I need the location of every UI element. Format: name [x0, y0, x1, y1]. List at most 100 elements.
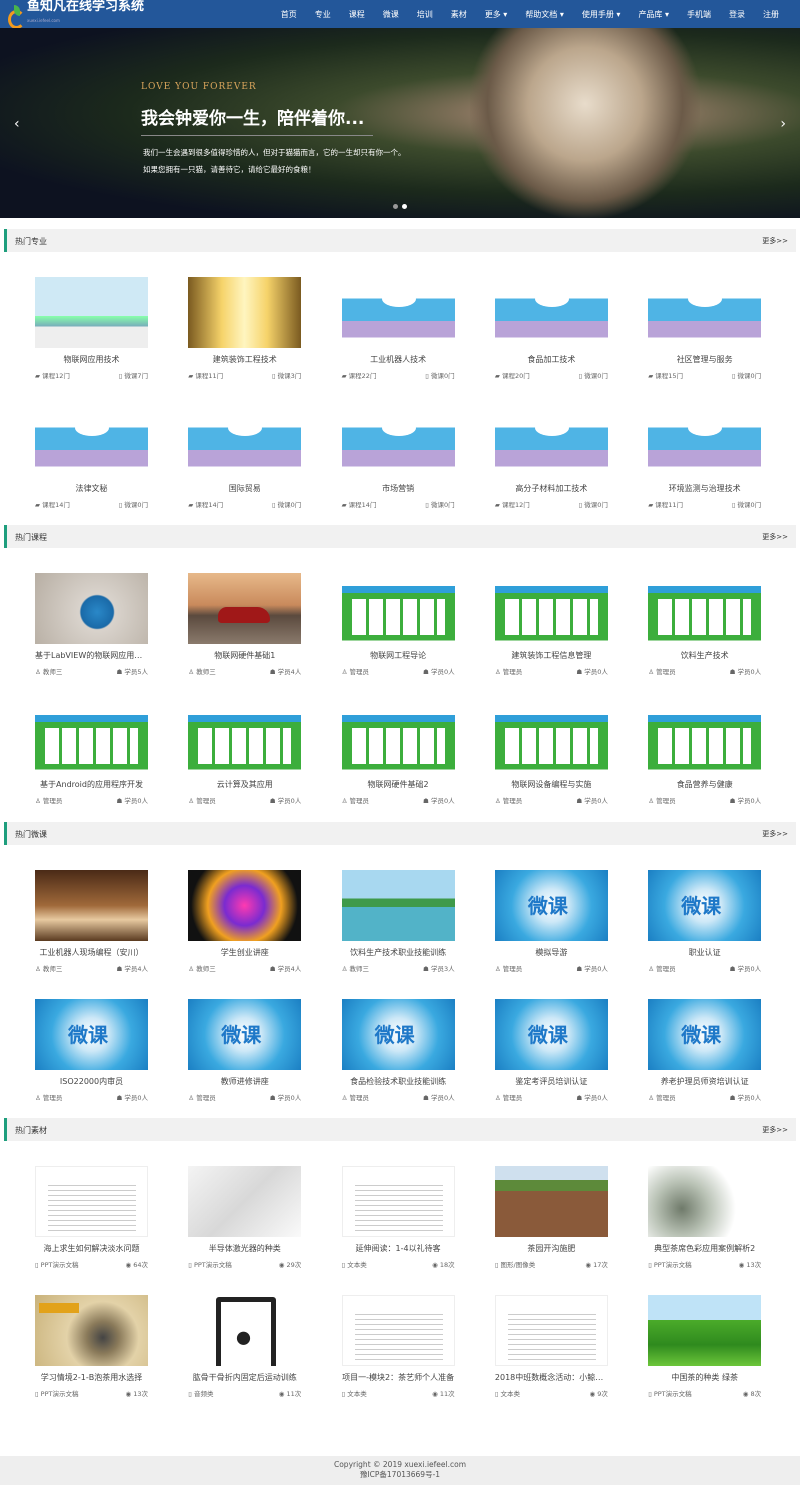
more-link[interactable]: 更多>> [762, 1125, 788, 1135]
card-thumbnail[interactable] [341, 999, 455, 1070]
card-title[interactable]: 中国茶的种类 绿茶 [648, 1372, 761, 1383]
card[interactable]: 项目一-模块2：茶艺师个人准备 ▯ 文本类 ◉ 11次 [341, 1295, 455, 1398]
card-title[interactable]: 物联网应用技术 [35, 354, 148, 365]
card-thumbnail[interactable] [35, 1295, 148, 1366]
card[interactable]: 典型茶席色彩应用案例解析2 ▯ PPT演示文稿 ◉ 13次 [648, 1166, 762, 1269]
card-thumbnail[interactable] [341, 702, 455, 773]
card-thumbnail[interactable] [188, 1295, 302, 1366]
card-title[interactable]: 饮料生产技术 [648, 650, 761, 661]
card-title[interactable]: 物联网设备编程与实施 [495, 779, 608, 790]
card-thumbnail[interactable] [648, 1166, 762, 1237]
card[interactable]: 物联网硬件基础2 ♙ 管理员 ☗ 学员0人 [341, 702, 455, 805]
nav-item[interactable]: 产品库 ▾ [629, 9, 678, 20]
card-thumbnail[interactable] [188, 702, 302, 773]
card[interactable]: 建筑装饰工程技术 ▰ 课程11门 ▯ 微课3门 [188, 277, 302, 380]
card-title[interactable]: 学习情境2-1-B泡茶用水选择 [35, 1372, 148, 1383]
card-thumbnail[interactable] [494, 870, 608, 941]
card[interactable]: 基于LabVIEW的物联网应用程... ♙ 教师三 ☗ 学员5人 [35, 573, 148, 676]
card-title[interactable]: 物联网硬件基础1 [188, 650, 301, 661]
card[interactable]: 云计算及其应用 ♙ 管理员 ☗ 学员0人 [188, 702, 302, 805]
nav-item[interactable]: 培训 [408, 9, 442, 20]
card-title[interactable]: 工业机器人现场编程（安川） [35, 947, 148, 958]
card-title[interactable]: ISO22000内审员 [35, 1076, 148, 1087]
banner-next-arrow-icon[interactable]: › [780, 116, 786, 132]
card[interactable]: 国际贸易 ▰ 课程14门 ▯ 微课0门 [188, 406, 302, 509]
card[interactable]: 市场营销 ▰ 课程14门 ▯ 微课0门 [341, 406, 455, 509]
card[interactable]: 建筑装饰工程信息管理 ♙ 管理员 ☗ 学员0人 [494, 573, 608, 676]
card-title[interactable]: 职业认证 [648, 947, 761, 958]
card[interactable]: 食品营养与健康 ♙ 管理员 ☗ 学员0人 [648, 702, 762, 805]
card-title[interactable]: 肱骨干骨折内固定后运动训练 [188, 1372, 301, 1383]
card[interactable]: 海上求生如何解决淡水问题 ▯ PPT演示文稿 ◉ 64次 [35, 1166, 148, 1269]
card-title[interactable]: 物联网工程导论 [342, 650, 455, 661]
card-title[interactable]: 社区管理与服务 [648, 354, 761, 365]
card[interactable]: 环境监测与治理技术 ▰ 课程11门 ▯ 微课0门 [648, 406, 762, 509]
card[interactable]: 物联网设备编程与实施 ♙ 管理员 ☗ 学员0人 [494, 702, 608, 805]
card-title[interactable]: 鉴定考评员培训认证 [495, 1076, 608, 1087]
card-thumbnail[interactable] [35, 406, 148, 477]
nav-item[interactable]: 首页 [272, 9, 306, 20]
card-thumbnail[interactable] [35, 702, 148, 773]
card[interactable]: 食品检验技术职业技能训练 ♙ 管理员 ☗ 学员0人 [341, 999, 455, 1102]
card-title[interactable]: 基于LabVIEW的物联网应用程... [35, 650, 148, 661]
card-title[interactable]: 物联网硬件基础2 [342, 779, 455, 790]
card[interactable]: 工业机器人技术 ▰ 课程22门 ▯ 微课0门 [341, 277, 455, 380]
card[interactable]: 饮料生产技术 ♙ 管理员 ☗ 学员0人 [648, 573, 762, 676]
card[interactable]: 茶园开沟施肥 ▯ 图形/图像类 ◉ 17次 [494, 1166, 608, 1269]
card-thumbnail[interactable] [188, 1166, 302, 1237]
card[interactable]: 中国茶的种类 绿茶 ▯ PPT演示文稿 ◉ 8次 [648, 1295, 762, 1398]
card-thumbnail[interactable] [494, 1166, 608, 1237]
card-title[interactable]: 工业机器人技术 [342, 354, 455, 365]
card-thumbnail[interactable] [494, 277, 608, 348]
card-title[interactable]: 法律文秘 [35, 483, 148, 494]
nav-item[interactable]: 课程 [340, 9, 374, 20]
card[interactable]: 工业机器人现场编程（安川） ♙ 教师三 ☗ 学员4人 [35, 870, 148, 973]
card-thumbnail[interactable] [494, 573, 608, 644]
card-thumbnail[interactable] [648, 277, 762, 348]
banner-prev-arrow-icon[interactable]: ‹ [14, 116, 20, 132]
card[interactable]: 基于Android的应用程序开发 ♙ 管理员 ☗ 学员0人 [35, 702, 148, 805]
nav-item[interactable]: 注册 [754, 9, 788, 20]
card-title[interactable]: 建筑装饰工程信息管理 [495, 650, 608, 661]
card[interactable]: 物联网应用技术 ▰ 课程12门 ▯ 微课7门 [35, 277, 148, 380]
nav-item[interactable]: 帮助文档 ▾ [516, 9, 573, 20]
card[interactable]: 法律文秘 ▰ 课程14门 ▯ 微课0门 [35, 406, 148, 509]
card[interactable]: 肱骨干骨折内固定后运动训练 ▯ 音频类 ◉ 11次 [188, 1295, 302, 1398]
icp-number[interactable]: 豫ICP备17013669号-1 [0, 1470, 800, 1480]
card-thumbnail[interactable] [648, 999, 762, 1070]
card-thumbnail[interactable] [648, 573, 762, 644]
card-thumbnail[interactable] [341, 1295, 455, 1366]
card-thumbnail[interactable] [341, 277, 455, 348]
card-title[interactable]: 典型茶席色彩应用案例解析2 [648, 1243, 761, 1254]
card-title[interactable]: 建筑装饰工程技术 [188, 354, 301, 365]
card-title[interactable]: 教师进修讲座 [188, 1076, 301, 1087]
card[interactable]: 模拟导游 ♙ 管理员 ☗ 学员0人 [494, 870, 608, 973]
card-thumbnail[interactable] [341, 573, 455, 644]
card-title[interactable]: 国际贸易 [188, 483, 301, 494]
card-thumbnail[interactable] [341, 1166, 455, 1237]
card-thumbnail[interactable] [35, 573, 148, 644]
card-title[interactable]: 2018中班数概念活动：小鲸钟... [495, 1372, 608, 1383]
card-thumbnail[interactable] [494, 406, 608, 477]
card-thumbnail[interactable] [35, 277, 148, 348]
nav-item[interactable]: 素材 [442, 9, 476, 20]
card-thumbnail[interactable] [648, 406, 762, 477]
card-title[interactable]: 模拟导游 [495, 947, 608, 958]
card-title[interactable]: 延伸阅读：1-4以礼待客 [342, 1243, 455, 1254]
card[interactable]: 鉴定考评员培训认证 ♙ 管理员 ☗ 学员0人 [494, 999, 608, 1102]
card-title[interactable]: 饮料生产技术职业技能训练 [342, 947, 455, 958]
card-thumbnail[interactable] [35, 870, 148, 941]
card-title[interactable]: 基于Android的应用程序开发 [35, 779, 148, 790]
card-thumbnail[interactable] [341, 870, 455, 941]
card-title[interactable]: 环境监测与治理技术 [648, 483, 761, 494]
card[interactable]: 2018中班数概念活动：小鲸钟... ▯ 文本类 ◉ 9次 [494, 1295, 608, 1398]
card-thumbnail[interactable] [35, 1166, 148, 1237]
card[interactable]: 教师进修讲座 ♙ 管理员 ☗ 学员0人 [188, 999, 302, 1102]
card-thumbnail[interactable] [188, 406, 302, 477]
nav-item[interactable]: 专业 [306, 9, 340, 20]
card-thumbnail[interactable] [341, 406, 455, 477]
more-link[interactable]: 更多>> [762, 236, 788, 246]
card[interactable]: 物联网工程导论 ♙ 管理员 ☗ 学员0人 [341, 573, 455, 676]
card-title[interactable]: 云计算及其应用 [188, 779, 301, 790]
card-thumbnail[interactable] [188, 870, 302, 941]
